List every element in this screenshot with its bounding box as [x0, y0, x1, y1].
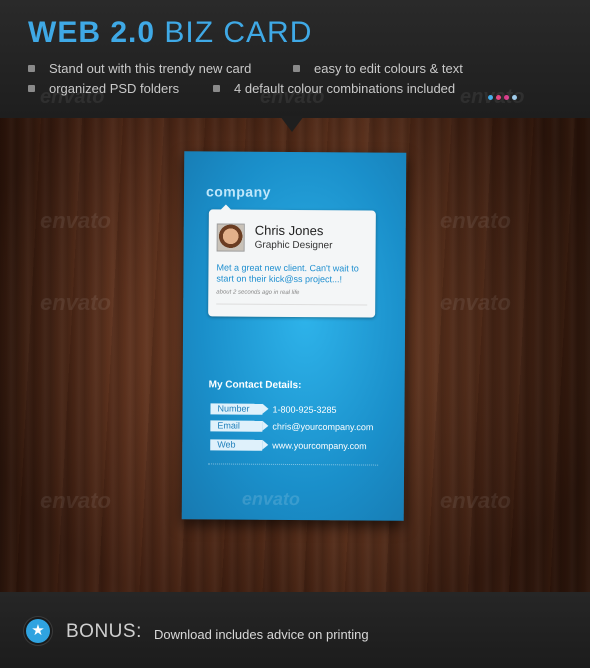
divider [208, 463, 379, 466]
watermark: envato [40, 86, 105, 108]
contact-value: chris@yourcompany.com [272, 421, 374, 433]
business-card: company Chris Jones Graphic Designer Met… [181, 151, 407, 521]
bonus-label: BONUS: [66, 621, 142, 642]
bullet-icon [28, 85, 35, 93]
header-banner: WEB 2.0 BIZ CARD Stand out with this tre… [0, 0, 590, 118]
watermark: envato [241, 488, 300, 510]
contact-value: 1-800-925-3285 [272, 404, 337, 415]
watermark: envato [440, 488, 511, 513]
contact-value: www.yourcompany.com [272, 440, 367, 452]
title-light: BIZ CARD [164, 16, 313, 49]
contact-label: Web [210, 439, 263, 451]
pointer-notch [280, 116, 304, 132]
status-text: Met a great new client. Can't wait to st… [216, 262, 359, 285]
profile-role: Graphic Designer [254, 239, 333, 252]
watermark: envato [460, 86, 525, 108]
divider [216, 303, 368, 306]
contact-row: Web www.yourcompany.com [210, 439, 367, 452]
bonus-text: Download includes advice on printing [154, 627, 369, 642]
watermark: envato [40, 488, 111, 513]
bullet-icon [293, 65, 300, 73]
footer-banner: ★ BONUS: Download includes advice on pri… [0, 592, 590, 668]
title-bold: WEB 2.0 [28, 16, 156, 49]
contact-row: Number 1-800-925-3285 [210, 403, 337, 415]
profile-bubble: Chris Jones Graphic Designer Met a great… [208, 209, 376, 318]
bullet-icon [28, 65, 35, 73]
watermark: envato [40, 208, 111, 233]
feature-item: easy to edit colours & text [293, 61, 463, 76]
bullet-icon [213, 85, 220, 93]
contact-row: Email chris@yourcompany.com [210, 420, 373, 432]
page-title: WEB 2.0 BIZ CARD [28, 16, 312, 50]
star-icon: ★ [26, 619, 50, 643]
company-logo: company [205, 183, 272, 200]
feature-item: 4 default colour combinations included [213, 81, 455, 96]
feature-item: Stand out with this trendy new card [28, 61, 251, 76]
watermark: envato [440, 208, 511, 233]
watermark: envato [440, 290, 511, 315]
profile-name: Chris Jones [254, 222, 324, 239]
contact-heading: My Contact Details: [208, 379, 302, 392]
contact-label: Email [210, 420, 263, 432]
watermark: envato [40, 290, 111, 315]
avatar [216, 223, 245, 252]
status-time: about 2 seconds ago in real life [216, 289, 300, 297]
contact-label: Number [210, 403, 263, 415]
watermark: envato [260, 86, 325, 108]
